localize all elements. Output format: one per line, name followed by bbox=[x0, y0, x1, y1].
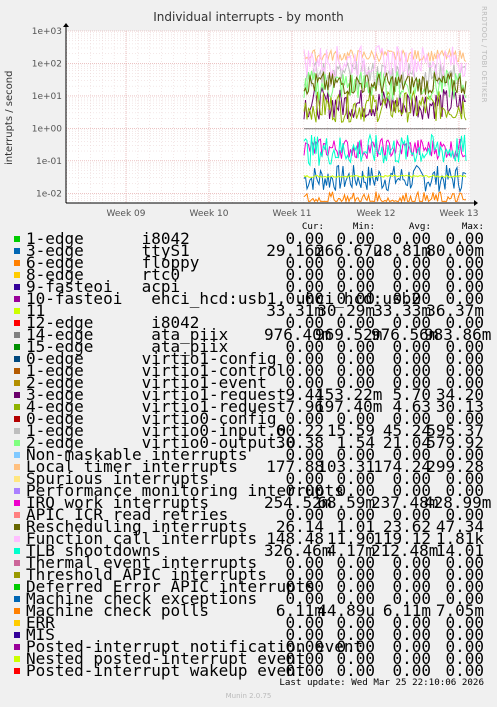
legend-swatch bbox=[14, 584, 20, 590]
x-tick-label: Week 12 bbox=[357, 209, 396, 219]
legend-swatch bbox=[14, 440, 20, 446]
y-tick-label: 1e+01 bbox=[32, 92, 62, 102]
legend-swatch bbox=[14, 536, 20, 542]
y-tick-label: 1e-01 bbox=[36, 157, 62, 167]
legend-swatch bbox=[14, 404, 20, 410]
legend-swatch bbox=[14, 512, 20, 518]
y-tick-label: 1e+00 bbox=[32, 124, 63, 134]
munin-version: Munin 2.0.75 bbox=[225, 692, 272, 700]
y-tick-label: 1e+02 bbox=[32, 59, 62, 69]
legend-max-value: 0.00 bbox=[445, 661, 484, 680]
x-tick-label: Week 10 bbox=[190, 209, 229, 219]
legend-swatch bbox=[14, 236, 20, 242]
legend-swatch bbox=[14, 488, 20, 494]
legend-swatch bbox=[14, 284, 20, 290]
y-axis-label: interrupts / second bbox=[4, 70, 15, 165]
x-tick-label: Week 13 bbox=[440, 209, 479, 219]
legend-swatch bbox=[14, 380, 20, 386]
legend-swatch bbox=[14, 560, 20, 566]
chart-svg: 1e-02 1e-01 1e+00 1e+01 1e+02 1e+03 Week 09 Wee… bbox=[32, 23, 479, 219]
legend-row: Posted-interrupt wakeup event 0.00 0.00 0.0… bbox=[0, 661, 497, 680]
chart-title: Individual interrupts - by month bbox=[153, 10, 344, 24]
legend-avg-value: 0.00 bbox=[392, 661, 431, 680]
x-axis-arrow bbox=[474, 200, 478, 206]
y-tick-label: 1e-02 bbox=[36, 189, 62, 199]
legend-swatch bbox=[14, 416, 20, 422]
legend-swatch bbox=[14, 452, 20, 458]
x-tick-label: Week 11 bbox=[273, 209, 312, 219]
rrdtool-watermark: RRDTOOL / TOBI OETIKER bbox=[480, 6, 488, 103]
legend-swatch bbox=[14, 320, 20, 326]
legend-swatch bbox=[14, 296, 20, 302]
legend-swatch bbox=[14, 464, 20, 470]
legend-swatch bbox=[14, 668, 20, 674]
legend-swatch bbox=[14, 308, 20, 314]
legend-swatch bbox=[14, 620, 20, 626]
legend-swatch bbox=[14, 332, 20, 338]
legend-swatch bbox=[14, 548, 20, 554]
legend-swatch bbox=[14, 596, 20, 602]
legend-swatch bbox=[14, 632, 20, 638]
legend-swatch bbox=[14, 356, 20, 362]
legend-swatch bbox=[14, 428, 20, 434]
last-update: Last update: Wed Mar 25 22:10:06 2026 bbox=[279, 677, 484, 688]
legend-swatch bbox=[14, 476, 20, 482]
legend-min-value: 0.00 bbox=[336, 661, 375, 680]
legend-swatch bbox=[14, 524, 20, 530]
legend-swatch bbox=[14, 656, 20, 662]
legend-swatch bbox=[14, 344, 20, 350]
legend-swatch bbox=[14, 608, 20, 614]
legend-swatch bbox=[14, 500, 20, 506]
x-tick-label: Week 09 bbox=[107, 209, 146, 219]
legend-swatch bbox=[14, 248, 20, 254]
legend-swatch bbox=[14, 572, 20, 578]
legend-swatch bbox=[14, 368, 20, 374]
legend-swatch bbox=[14, 392, 20, 398]
legend-swatch bbox=[14, 260, 20, 266]
legend-swatch bbox=[14, 272, 20, 278]
y-tick-label: 1e+03 bbox=[32, 27, 62, 37]
legend-swatch bbox=[14, 644, 20, 650]
